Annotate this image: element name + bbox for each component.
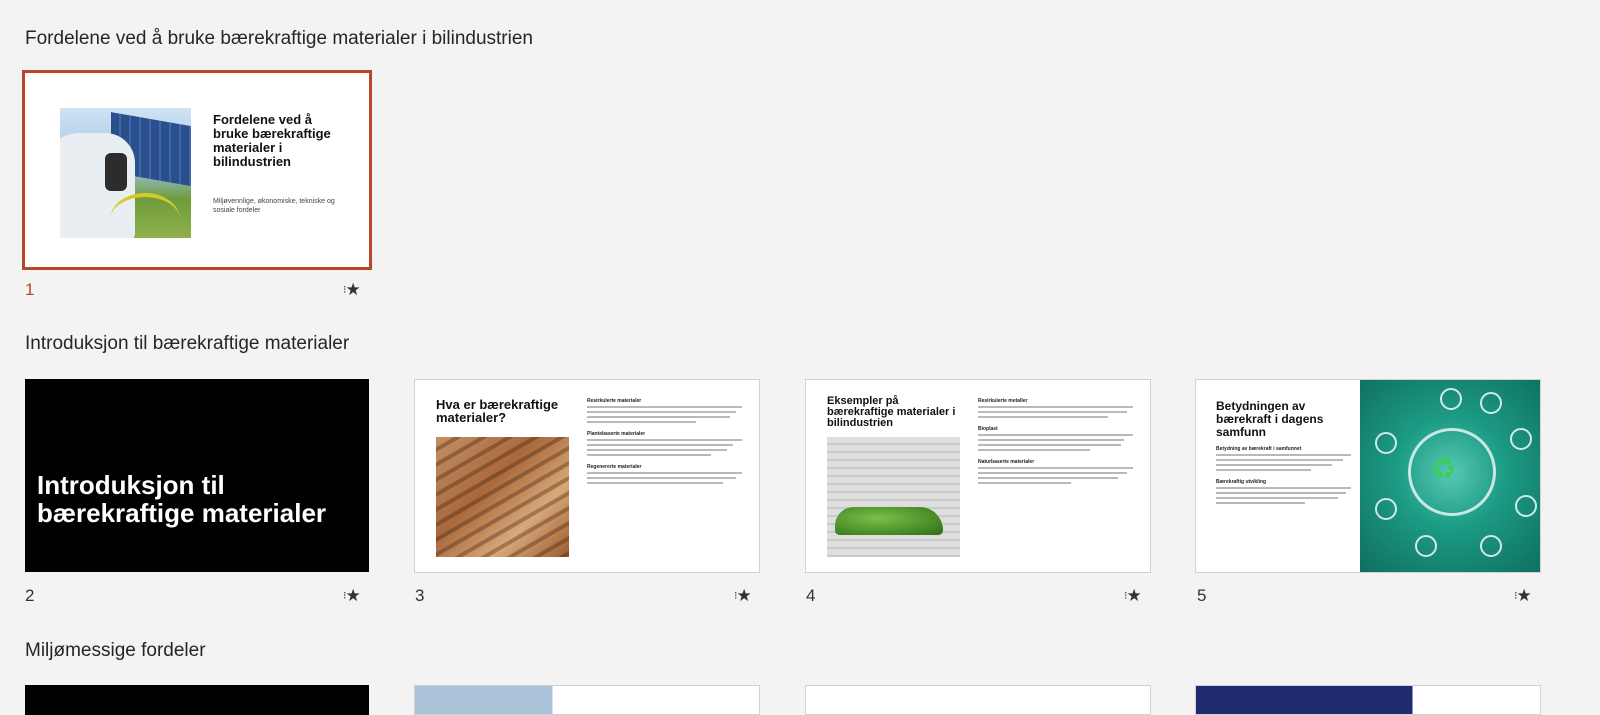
slide-5-heading-2: Bærekraftig utvikling	[1216, 479, 1267, 485]
slide-2-title: Introduksjon til bærekraftige materialer	[37, 470, 327, 528]
slide-5-text: Betydning av bærekraft i samfunnet Bærek…	[1216, 446, 1351, 507]
node-icon	[1415, 535, 1437, 557]
node-icon	[1375, 432, 1397, 454]
section-title-2[interactable]: Introduksjon til bærekraftige materialer	[25, 333, 349, 355]
slide-4-photo	[827, 437, 960, 557]
slide-thumbnail-2[interactable]: Introduksjon til bærekraftige materialer	[25, 379, 369, 572]
slide-3-photo	[436, 437, 569, 557]
slide-number-3: 3	[415, 586, 425, 605]
slide-thumbnail-1[interactable]: Fordelene ved å bruke bærekraftige mater…	[22, 70, 372, 270]
cable-graphic	[110, 193, 180, 238]
slide-thumbnail-8[interactable]	[805, 685, 1151, 715]
slide-4-text: Resirkulerte metaller Bioplast Naturbase…	[978, 398, 1133, 487]
slide-4-title: Eksempler på bærekraftige materialer i b…	[827, 395, 956, 429]
slide-number-1: 1	[25, 280, 35, 299]
slide-4-heading-3: Naturbaserte materialer	[978, 459, 1035, 465]
node-icon	[1480, 392, 1502, 414]
slide-4-heading-1: Resirkulerte metaller	[978, 398, 1028, 404]
slide-3-heading-3: Regenererte materialer	[587, 464, 642, 470]
slide-number-5: 5	[1197, 586, 1207, 605]
slide-1-photo	[60, 108, 191, 238]
slide-4-heading-2: Bioplast	[978, 426, 998, 432]
slide-thumbnail-3[interactable]: Hva er bærekraftige materialer? Resirkul…	[414, 379, 760, 573]
section-title-3[interactable]: Miljømessige fordeler	[25, 640, 206, 662]
slide-1-subtitle: Miljøvennlige, økonomiske, tekniske og s…	[213, 198, 335, 214]
node-icon	[1515, 495, 1537, 517]
node-icon	[1510, 428, 1532, 450]
slide-3-heading-2: Plantebaserte materialer	[587, 431, 646, 437]
recycle-icon: ♻	[1430, 452, 1457, 487]
slide-3-title: Hva er bærekraftige materialer?	[436, 397, 559, 425]
animation-star-icon[interactable]: ⁝★	[1124, 586, 1142, 606]
slide-thumbnail-9[interactable]	[1195, 685, 1541, 715]
charger-graphic	[105, 153, 127, 191]
slide-5-title: Betydningen av bærekraft i dagens samfun…	[1216, 399, 1324, 439]
slide-thumbnail-4[interactable]: Eksempler på bærekraftige materialer i b…	[805, 379, 1151, 573]
green-car-graphic	[835, 507, 943, 535]
animation-star-icon[interactable]: ⁝★	[343, 280, 361, 300]
slide-number-2: 2	[25, 586, 35, 605]
slide-1-title: Fordelene ved å bruke bærekraftige mater…	[213, 112, 331, 169]
slide-thumbnail-7[interactable]	[414, 685, 760, 715]
node-icon	[1440, 388, 1462, 410]
animation-star-icon[interactable]: ⁝★	[1514, 586, 1532, 606]
slide-thumbnail-6[interactable]	[25, 685, 369, 715]
slide-thumbnail-5[interactable]: Betydningen av bærekraft i dagens samfun…	[1195, 379, 1541, 573]
animation-star-icon[interactable]: ⁝★	[734, 586, 752, 606]
slide-number-4: 4	[806, 586, 816, 605]
slide-5-photo: ♻	[1360, 380, 1540, 572]
slide-5-heading-1: Betydning av bærekraft i samfunnet	[1216, 446, 1302, 452]
section-title-1[interactable]: Fordelene ved å bruke bærekraftige mater…	[25, 28, 533, 50]
node-icon	[1375, 498, 1397, 520]
animation-star-icon[interactable]: ⁝★	[343, 586, 361, 606]
slide-3-text: Resirkulerte materialer Plantebaserte ma…	[587, 398, 742, 487]
node-icon	[1480, 535, 1502, 557]
slide-3-heading-1: Resirkulerte materialer	[587, 398, 642, 404]
